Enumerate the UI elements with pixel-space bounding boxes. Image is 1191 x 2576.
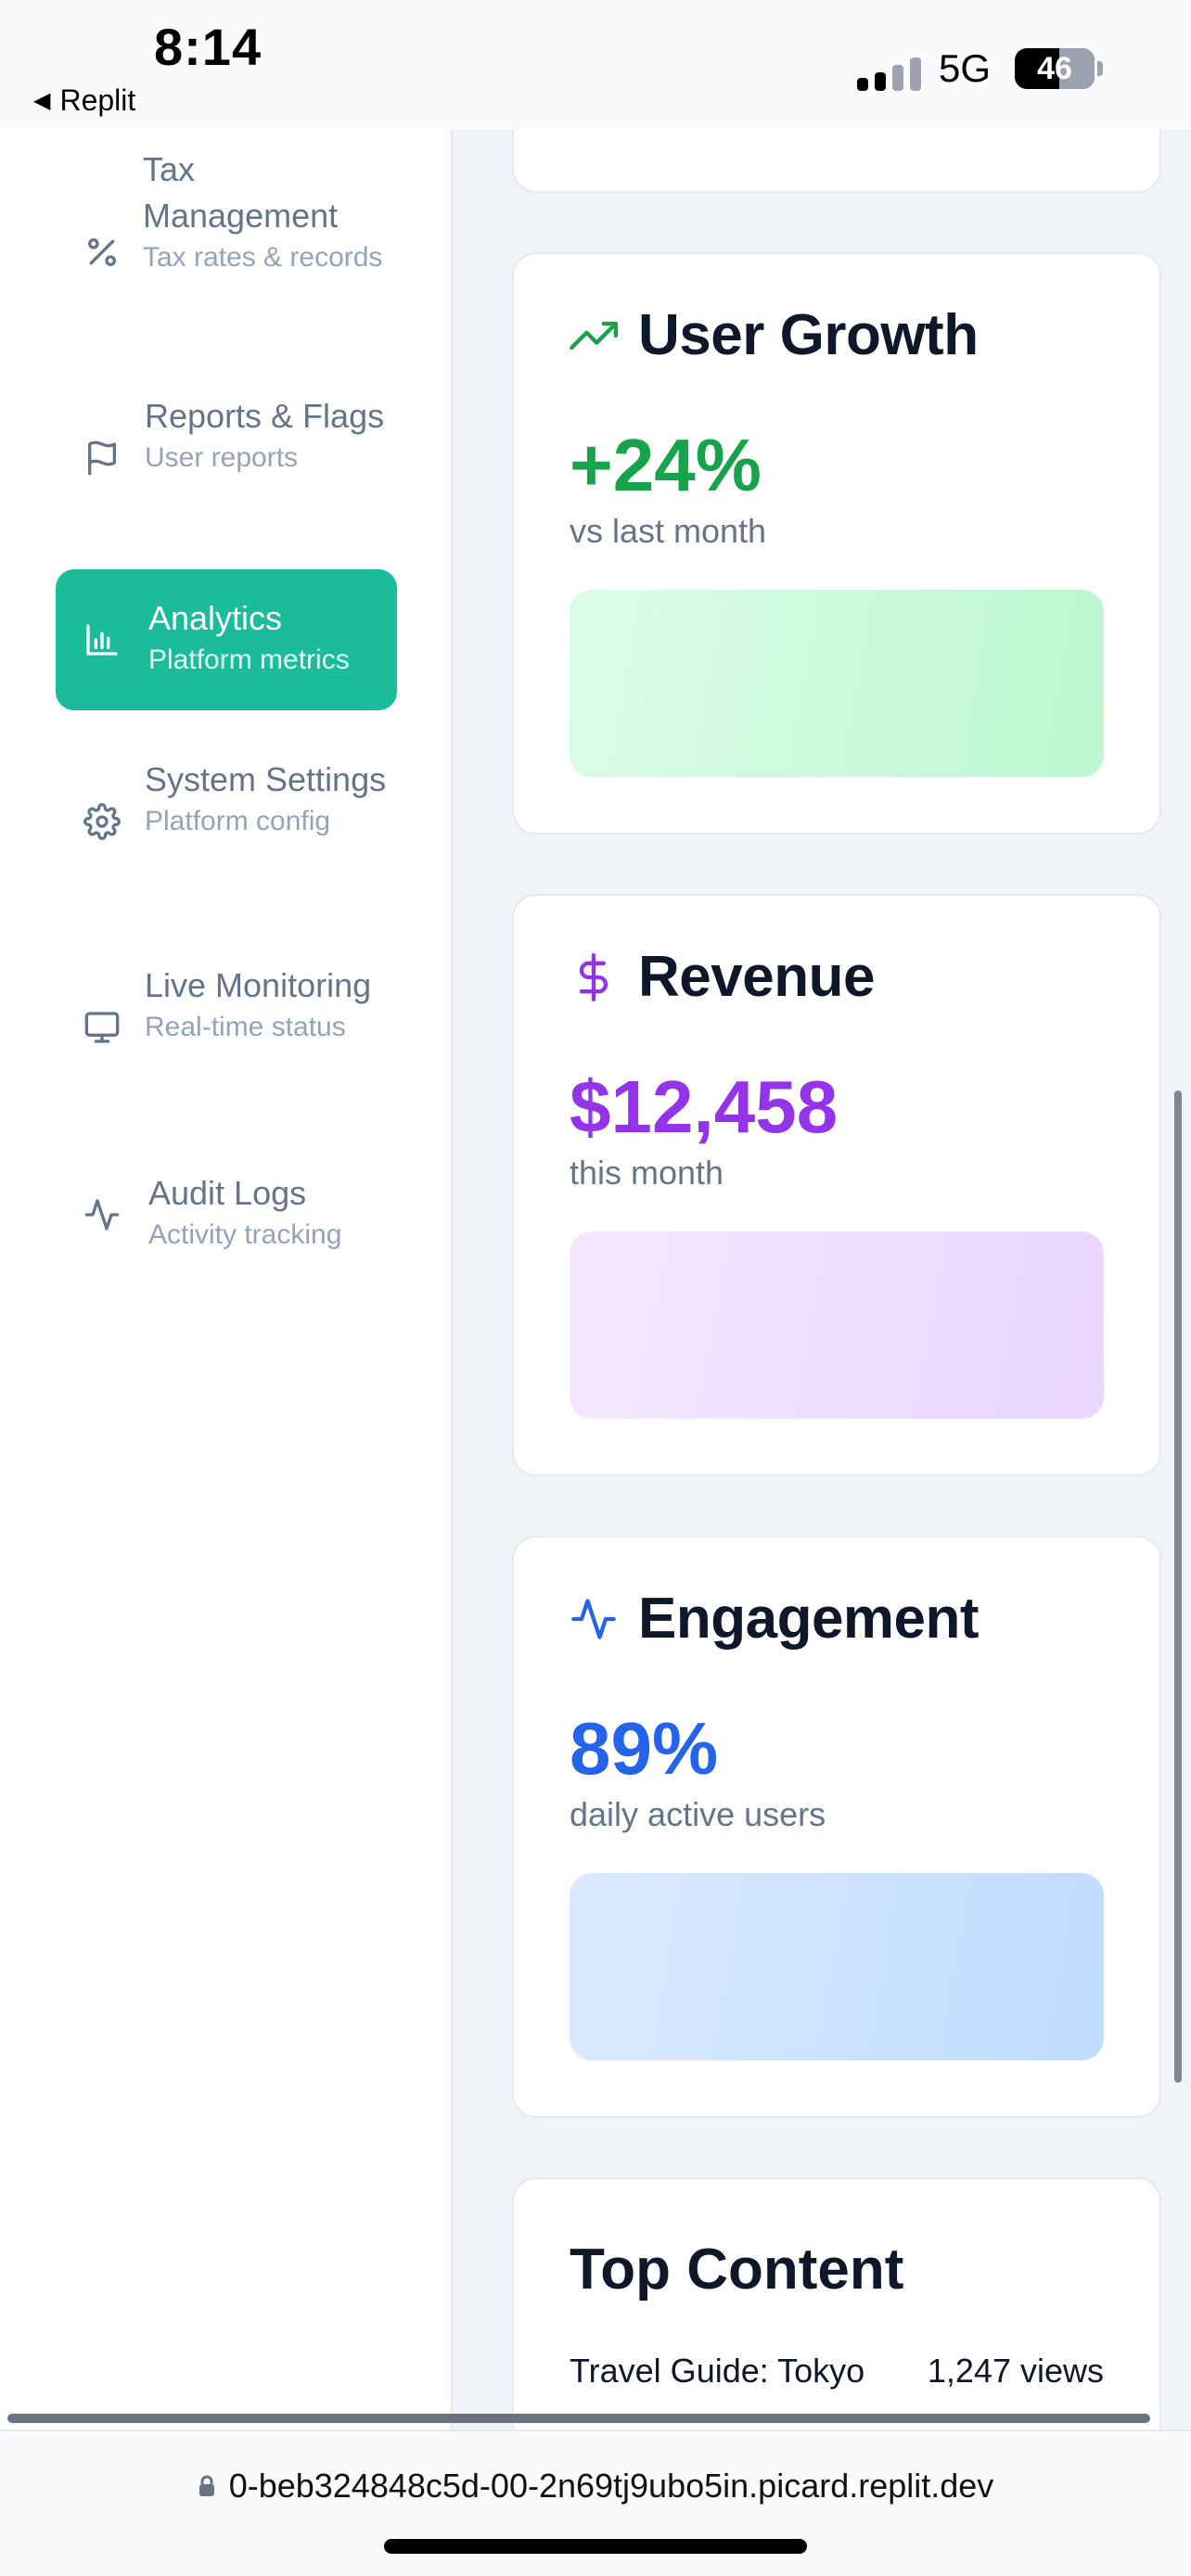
sidebar-item-sub: Activity tracking <box>148 1219 342 1250</box>
content-views: 1,247 views <box>927 2352 1104 2390</box>
metric-caption: daily active users <box>570 1795 826 1833</box>
card-title: User Growth <box>638 303 979 367</box>
url-text: 0-beb324848c5d-00-2n69tj9ubo5in.picard.r… <box>228 2467 994 2505</box>
back-triangle-icon: ◀ <box>33 88 51 113</box>
vertical-scrollbar[interactable] <box>1174 1090 1182 2083</box>
top-content-row[interactable]: Travel Guide: Tokyo 1,247 views <box>570 2352 1104 2391</box>
sidebar-item-sub: User reports <box>145 442 299 473</box>
user-growth-card: User Growth +24% vs last month <box>512 252 1161 835</box>
sidebar-item-system-settings[interactable]: System Settings Platform config <box>56 757 397 886</box>
dollar-icon <box>579 952 608 1001</box>
sidebar-item-sub: Platform config <box>145 806 331 836</box>
sidebar-item-label: Tax Management <box>143 150 339 235</box>
clock: 8:14 <box>154 18 263 76</box>
engagement-card: Engagement 89% daily active users <box>512 1536 1161 2118</box>
sidebar-item-analytics[interactable]: Analytics Platform metrics <box>56 569 397 710</box>
chart-placeholder <box>570 1873 1104 2060</box>
sidebar-item-label: Reports & Flags <box>145 397 385 435</box>
chart-placeholder <box>570 590 1104 777</box>
browser-url-bar[interactable]: 0-beb324848c5d-00-2n69tj9ubo5in.picard.r… <box>0 2429 1191 2576</box>
activity-icon <box>571 1598 616 1639</box>
sidebar-item-label: Audit Logs <box>148 1174 307 1212</box>
back-to-app-button[interactable]: ◀ Replit <box>33 83 135 118</box>
percent-icon <box>88 238 116 266</box>
bar-chart-icon <box>86 624 118 656</box>
metric-caption: vs last month <box>570 512 767 550</box>
card-title: Top Content <box>570 2238 904 2302</box>
sidebar-item-reports-flags[interactable]: Reports & Flags User reports <box>56 393 397 523</box>
sidebar-item-label: System Settings <box>145 760 387 798</box>
home-indicator[interactable] <box>384 2539 807 2554</box>
sidebar-item-audit-logs[interactable]: Audit Logs Activity tracking <box>56 1170 397 1263</box>
battery-level: 46 <box>1037 51 1072 86</box>
sidebar-item-label: Live Monitoring <box>145 966 372 1004</box>
sidebar-item-tax-management[interactable]: Tax Management Tax rates & records <box>56 147 397 313</box>
metric-caption: this month <box>570 1154 724 1192</box>
metric-value: $12,458 <box>570 1065 839 1148</box>
lock-icon <box>198 2475 214 2496</box>
network-type: 5G <box>939 46 992 90</box>
trending-up-icon <box>570 321 618 350</box>
back-app-label: Replit <box>59 83 136 117</box>
metric-value: 89% <box>570 1707 719 1790</box>
cellular-signal-icon <box>857 54 921 91</box>
sidebar: Tax Management Tax rates & records Repor… <box>0 130 453 2429</box>
content-name: Travel Guide: Tokyo <box>570 2352 865 2390</box>
flag-icon <box>88 440 117 476</box>
sidebar-item-sub: Tax rates & records <box>143 242 383 273</box>
horizontal-scrollbar[interactable] <box>7 2414 1150 2423</box>
status-bar: 8:14 ◀ Replit 5G 46 <box>0 0 1191 130</box>
card-title: Revenue <box>638 945 875 1009</box>
card-title: Engagement <box>638 1587 980 1651</box>
sidebar-item-label: Analytics <box>148 599 283 637</box>
activity-icon <box>84 1199 120 1231</box>
sidebar-item-sub: Platform metrics <box>148 644 350 675</box>
monitor-icon <box>84 1012 120 1043</box>
chart-placeholder <box>570 1231 1104 1419</box>
revenue-card: Revenue $12,458 this month <box>512 894 1161 1476</box>
sidebar-item-live-monitoring[interactable]: Live Monitoring Real-time status <box>56 963 397 1092</box>
battery-icon: 46 <box>1015 48 1095 89</box>
gear-icon <box>83 803 121 840</box>
sidebar-item-sub: Real-time status <box>145 1012 346 1042</box>
metric-value: +24% <box>570 424 762 506</box>
